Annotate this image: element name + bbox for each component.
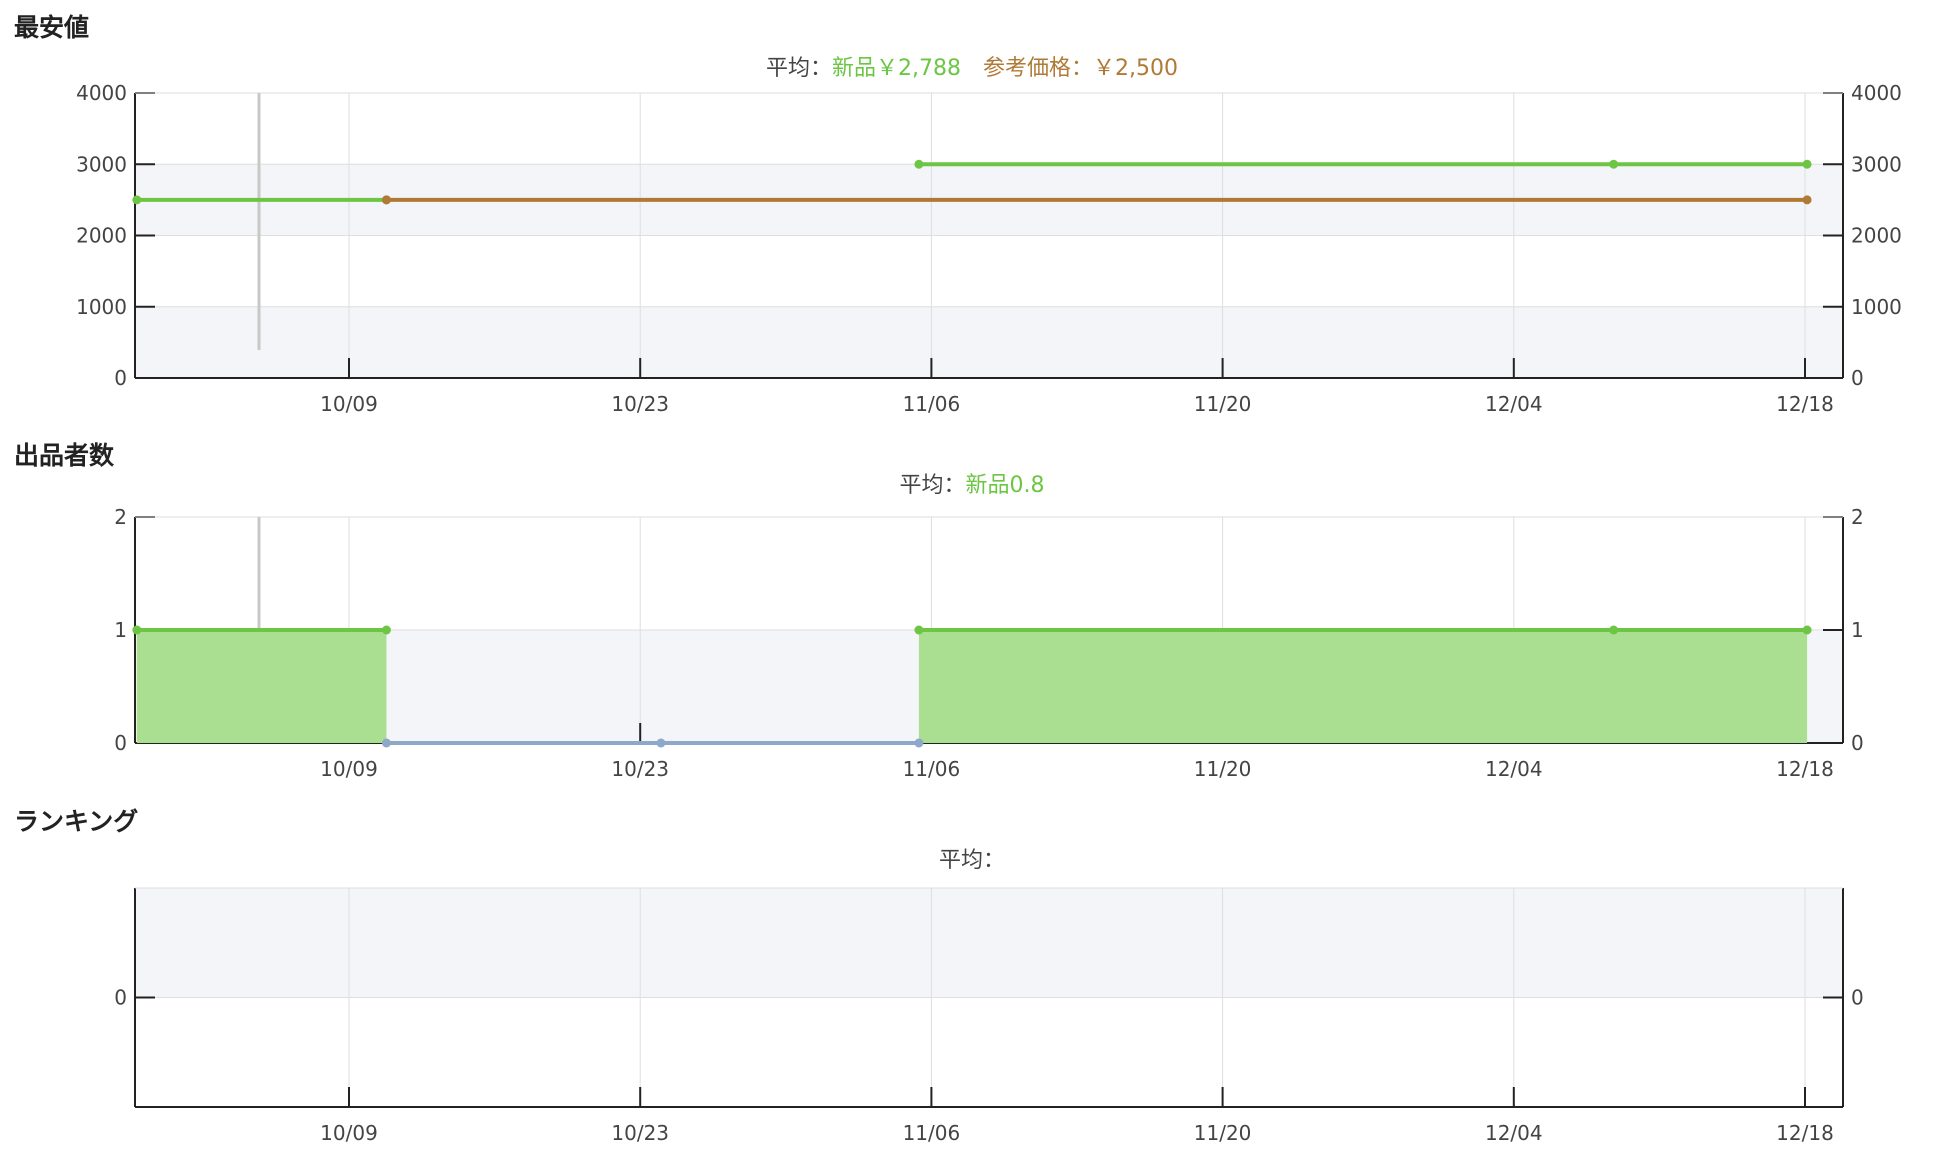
y-tick-label-left: 1: [114, 618, 127, 642]
x-tick-label: 10/09: [320, 392, 378, 416]
summary-part-0: 平均：: [939, 848, 1005, 873]
y-tick-label-right: 0: [1851, 986, 1864, 1010]
x-tick-label: 11/20: [1194, 392, 1252, 416]
chart-summary: 平均：新品0.8: [899, 473, 1044, 498]
x-tick-label: 11/20: [1194, 1121, 1252, 1145]
data-point-0-0-0: [132, 625, 142, 635]
chart-summary: 平均：新品￥2,788 参考価格：￥2,500: [766, 56, 1178, 81]
ranking-chart: 0 0 10/09 10/23 11/06 11/20 12/04 12/18 平均：: [114, 848, 1864, 1145]
x-tick-label: 10/09: [320, 1121, 378, 1145]
data-point-0-1-1: [1609, 625, 1619, 635]
summary-part-0: 平均：: [766, 56, 832, 81]
x-tick-label: 10/23: [611, 1121, 669, 1145]
y-tick-label-right: 1000: [1851, 295, 1902, 319]
data-point-0-1-2: [1802, 625, 1812, 635]
data-point-0-1-0: [914, 159, 924, 169]
x-tick-label: 11/06: [903, 757, 961, 781]
y-tick-label-left: 4000: [76, 81, 127, 105]
x-tick-label: 12/18: [1776, 1121, 1834, 1145]
y-tick-label-left: 1000: [76, 295, 127, 319]
chart-summary: 平均：: [939, 848, 1005, 873]
x-tick-label: 11/06: [903, 392, 961, 416]
x-tick-label: 12/18: [1776, 392, 1834, 416]
x-tick-label: 10/23: [611, 757, 669, 781]
data-point-1-0-1: [1802, 195, 1812, 205]
y-tick-label-left: 2: [114, 505, 127, 529]
lowest-price-chart: 0 0 1000 1000 2000 2000 3000 3000 4000 4000 10/09 1…: [76, 56, 1902, 416]
y-tick-label-right: 0: [1851, 366, 1864, 390]
y-tick-label-left: 0: [114, 986, 127, 1010]
series-area-0-0: [136, 630, 387, 743]
background-band-0: [135, 888, 1843, 998]
y-tick-label-right: 3000: [1851, 152, 1902, 176]
data-point-1-0-0: [381, 738, 391, 748]
x-tick-label: 12/18: [1776, 757, 1834, 781]
data-point-1-0-2: [914, 738, 924, 748]
summary-part-2: 参考価格：￥2,500: [961, 56, 1178, 81]
data-point-0-1-0: [914, 625, 924, 635]
y-tick-label-left: 2000: [76, 224, 127, 248]
y-tick-label-left: 0: [114, 731, 127, 755]
data-point-0-1-2: [1802, 159, 1812, 169]
x-tick-label: 12/04: [1485, 1121, 1543, 1145]
x-tick-label: 11/06: [903, 1121, 961, 1145]
y-tick-label-left: 3000: [76, 152, 127, 176]
y-tick-label-right: 4000: [1851, 81, 1902, 105]
summary-part-1: 新品￥2,788: [832, 56, 961, 81]
y-tick-label-right: 2: [1851, 505, 1864, 529]
data-point-1-0-1: [656, 738, 666, 748]
summary-part-1: 新品0.8: [966, 473, 1045, 498]
seller-count-chart: 0 0 1 1 2 2 10/09 10/23 11/06 11/20 12/04 12/18 平均：新…: [114, 473, 1864, 781]
y-tick-label-right: 0: [1851, 731, 1864, 755]
x-tick-label: 10/23: [611, 392, 669, 416]
background-band-0: [135, 306, 1843, 378]
summary-part-0: 平均：: [899, 473, 965, 498]
data-point-0-0-0: [132, 195, 142, 205]
data-point-0-1-1: [1609, 159, 1619, 169]
x-tick-label: 12/04: [1485, 757, 1543, 781]
x-tick-label: 11/20: [1194, 757, 1252, 781]
data-point-0-0-1: [381, 625, 391, 635]
x-tick-label: 10/09: [320, 757, 378, 781]
series-area-0-1: [918, 630, 1808, 743]
y-tick-label-left: 0: [114, 366, 127, 390]
y-tick-label-right: 1: [1851, 618, 1864, 642]
data-point-1-0-0: [381, 195, 391, 205]
x-tick-label: 12/04: [1485, 392, 1543, 416]
y-tick-label-right: 2000: [1851, 224, 1902, 248]
